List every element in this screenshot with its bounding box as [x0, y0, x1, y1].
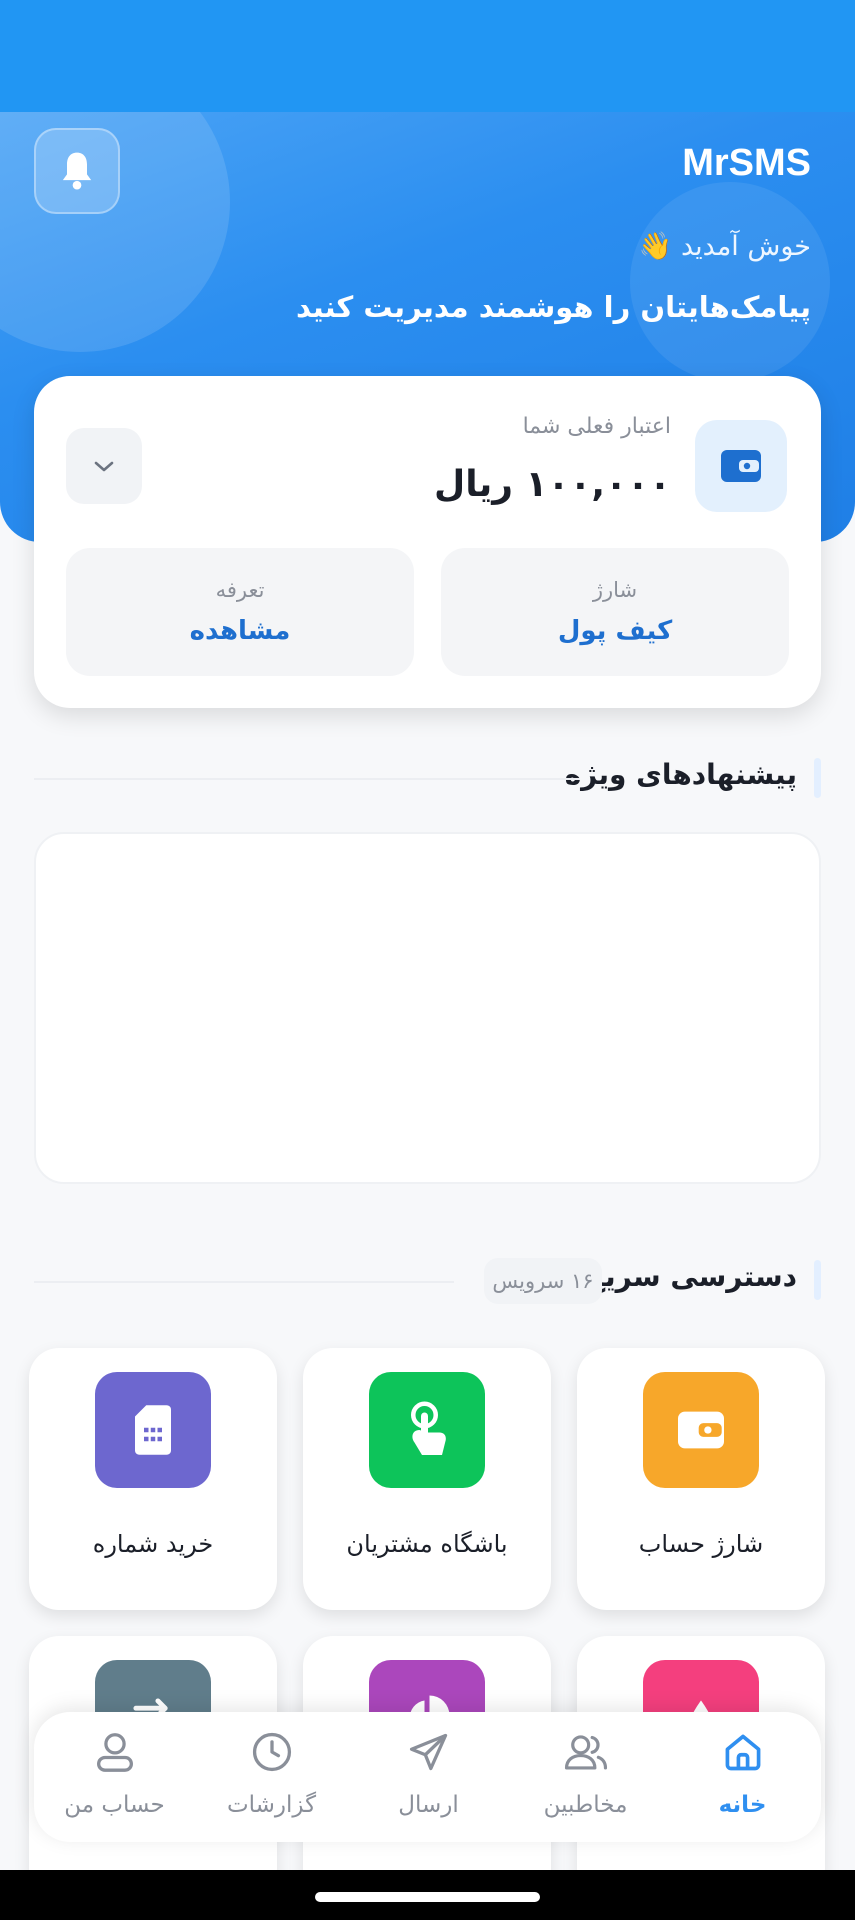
service-label: شارژ حساب — [638, 1530, 764, 1558]
nav-label: حساب من — [64, 1792, 165, 1818]
quick-access-title: دسترسی سریع — [586, 1260, 797, 1293]
app-brand: MrSMS — [682, 142, 811, 184]
sim-card-icon — [95, 1372, 211, 1488]
nav-contacts[interactable]: مخاطبین — [507, 1712, 664, 1842]
clock-icon — [246, 1726, 298, 1778]
nav-send[interactable]: ارسال — [350, 1712, 507, 1842]
nav-reports[interactable]: گزارشات — [193, 1712, 350, 1842]
section-accent — [814, 758, 821, 798]
nav-label: ارسال — [398, 1792, 459, 1818]
tariff-tile[interactable]: تعرفه مشاهده — [66, 548, 414, 676]
credit-label: اعتبار فعلی شما — [522, 414, 671, 439]
service-charge-account[interactable]: شارژ حساب — [577, 1348, 825, 1610]
service-label: خرید شماره — [92, 1530, 214, 1558]
chevron-down-icon — [94, 461, 114, 472]
credit-card: اعتبار فعلی شما ۱۰۰,۰۰۰ ریال شارژ کیف پو… — [34, 376, 821, 708]
expand-button[interactable] — [66, 428, 142, 504]
wallet-charge-tile[interactable]: شارژ کیف پول — [441, 548, 789, 676]
app-screen: MrSMS خوش آمدید 👋 پیامک‌هایتان را هوشمند… — [0, 0, 855, 1870]
section-accent — [814, 1260, 821, 1300]
bottom-nav: خانه مخاطبین ارسال گزارشات حساب من — [34, 1712, 821, 1842]
tile-caption: شارژ — [592, 578, 638, 602]
divider — [34, 1281, 454, 1283]
service-count-badge: ۱۶ سرویس — [484, 1258, 602, 1304]
notification-button[interactable] — [34, 128, 120, 214]
tile-value: مشاهده — [189, 616, 291, 646]
user-icon — [89, 1726, 141, 1778]
nav-label: گزارشات — [226, 1792, 317, 1818]
nav-home[interactable]: خانه — [664, 1712, 821, 1842]
service-buy-number[interactable]: خرید شماره — [29, 1348, 277, 1610]
nav-label: مخاطبین — [543, 1792, 628, 1818]
special-offers-banner[interactable] — [34, 832, 821, 1184]
contacts-icon — [560, 1726, 612, 1778]
nav-label: خانه — [718, 1792, 767, 1818]
divider — [34, 778, 580, 780]
credit-amount: ۱۰۰,۰۰۰ ریال — [433, 464, 671, 505]
tagline: پیامک‌هایتان را هوشمند مدیریت کنید — [295, 290, 811, 324]
home-icon — [717, 1726, 769, 1778]
bell-icon — [62, 152, 92, 190]
wallet-icon — [643, 1372, 759, 1488]
tap-icon — [369, 1372, 485, 1488]
decor-circle — [630, 182, 830, 382]
status-bar — [0, 0, 855, 112]
tile-value: کیف پول — [557, 616, 673, 646]
wallet-icon — [695, 420, 787, 512]
service-customer-club[interactable]: باشگاه مشتریان — [303, 1348, 551, 1610]
home-indicator[interactable] — [315, 1892, 540, 1902]
tile-caption: تعرفه — [215, 578, 265, 602]
nav-my-account[interactable]: حساب من — [36, 1712, 193, 1842]
special-offers-title: پیشنهادهای ویژه — [564, 758, 797, 791]
service-label: باشگاه مشتریان — [346, 1530, 508, 1558]
send-icon — [403, 1726, 455, 1778]
welcome-text: خوش آمدید 👋 — [638, 231, 811, 262]
